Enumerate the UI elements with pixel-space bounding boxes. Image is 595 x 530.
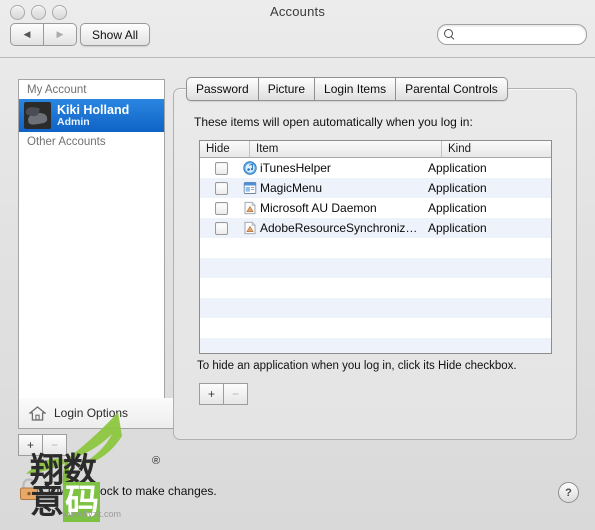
tab-password[interactable]: Password xyxy=(186,77,259,101)
table-row-empty xyxy=(200,238,551,258)
item-name: iTunesHelper xyxy=(260,161,331,175)
tab-bar: Password Picture Login Items Parental Co… xyxy=(186,77,508,101)
item-cell: iTunesHelper xyxy=(243,161,428,175)
lock-row: Click the lock to make changes. xyxy=(18,476,217,505)
search-field[interactable] xyxy=(437,24,587,45)
item-name: MagicMenu xyxy=(260,181,323,195)
table-row[interactable]: iTunesHelper Application xyxy=(200,158,551,178)
avatar xyxy=(24,102,51,129)
hide-cell xyxy=(200,181,243,195)
login-items-table[interactable]: Hide Item Kind iTunesHelper Application … xyxy=(199,140,552,354)
table-row-empty xyxy=(200,278,551,298)
table-row-empty xyxy=(200,258,551,278)
help-button[interactable]: ? xyxy=(558,482,579,503)
account-labels: Kiki Holland Admin xyxy=(57,103,129,129)
hide-cell xyxy=(200,161,243,175)
watermark-registered-mark: ® xyxy=(152,455,161,467)
table-header: Hide Item Kind xyxy=(200,141,551,158)
table-row-empty xyxy=(200,318,551,338)
item-name: Microsoft AU Daemon xyxy=(260,201,377,215)
tab-parental-controls[interactable]: Parental Controls xyxy=(396,77,508,101)
lock-text: Click the lock to make changes. xyxy=(48,483,217,498)
login-items-intro: These items will open automatically when… xyxy=(194,115,473,129)
column-header-hide[interactable]: Hide xyxy=(200,141,250,157)
kind-cell: Application xyxy=(428,221,487,235)
hide-cell xyxy=(200,221,243,235)
hide-checkbox[interactable] xyxy=(215,181,228,195)
window-titlebar: Accounts ◀ ▶ Show All xyxy=(0,0,595,58)
tab-login-items[interactable]: Login Items xyxy=(315,77,397,101)
hide-checkbox[interactable] xyxy=(215,161,228,175)
item-cell: Microsoft AU Daemon xyxy=(243,201,428,215)
tab-picture[interactable]: Picture xyxy=(258,77,316,101)
search-input[interactable] xyxy=(459,27,581,42)
column-header-item[interactable]: Item xyxy=(250,141,442,157)
window-title: Accounts xyxy=(269,4,326,19)
accounts-sidebar[interactable]: My Account Kiki Holland Admin Other Acco… xyxy=(18,79,165,399)
itunes-icon xyxy=(243,161,257,175)
table-row[interactable]: AdobeResourceSynchroniz… Application xyxy=(200,218,551,238)
kind-cell: Application xyxy=(428,201,487,215)
watermark-url: www.flyzk.com xyxy=(62,509,122,519)
account-name: Kiki Holland xyxy=(57,102,130,117)
show-all-button[interactable]: Show All xyxy=(80,23,151,46)
accounts-window: Accounts ◀ ▶ Show All My Account Kiki Ho… xyxy=(0,0,595,530)
search-icon xyxy=(444,29,455,40)
login-items-add-remove-buttons: + − xyxy=(199,383,248,405)
generic-app-icon xyxy=(243,221,257,235)
item-cell: MagicMenu xyxy=(243,181,428,195)
back-button[interactable]: ◀ xyxy=(10,23,43,46)
column-header-kind[interactable]: Kind xyxy=(442,141,551,157)
add-login-item-button[interactable]: + xyxy=(199,383,224,405)
hide-checkbox[interactable] xyxy=(215,201,228,215)
item-name: AdobeResourceSynchroniz… xyxy=(260,221,418,235)
account-role: Admin xyxy=(57,115,90,128)
hide-cell xyxy=(200,201,243,215)
table-row-empty xyxy=(200,298,551,318)
lock-icon[interactable] xyxy=(18,476,40,505)
navigation-buttons: ◀ ▶ xyxy=(10,23,77,46)
login-options-button[interactable]: Login Options xyxy=(18,398,175,429)
sidebar-add-remove-buttons: + − xyxy=(18,434,67,456)
hide-checkbox-hint: To hide an application when you log in, … xyxy=(197,360,517,372)
add-account-button[interactable]: + xyxy=(18,434,43,456)
table-row[interactable]: MagicMenu Application xyxy=(200,178,551,198)
sidebar-group-other-accounts: Other Accounts xyxy=(27,136,106,148)
item-cell: AdobeResourceSynchroniz… xyxy=(243,221,428,235)
remove-account-button[interactable]: − xyxy=(43,434,67,456)
toolbar-separator xyxy=(0,57,595,58)
hide-checkbox[interactable] xyxy=(215,221,228,235)
kind-cell: Application xyxy=(428,161,487,175)
remove-login-item-button[interactable]: − xyxy=(224,383,248,405)
table-row-empty xyxy=(200,338,551,353)
kind-cell: Application xyxy=(428,181,487,195)
generic-app-icon xyxy=(243,201,257,215)
house-icon xyxy=(29,405,46,421)
magicmenu-icon xyxy=(243,181,257,195)
table-row[interactable]: Microsoft AU Daemon Application xyxy=(200,198,551,218)
sidebar-item-kiki-holland[interactable]: Kiki Holland Admin xyxy=(19,99,164,132)
forward-button[interactable]: ▶ xyxy=(43,23,77,46)
login-options-label: Login Options xyxy=(54,406,129,420)
sidebar-group-my-account: My Account xyxy=(27,84,87,96)
